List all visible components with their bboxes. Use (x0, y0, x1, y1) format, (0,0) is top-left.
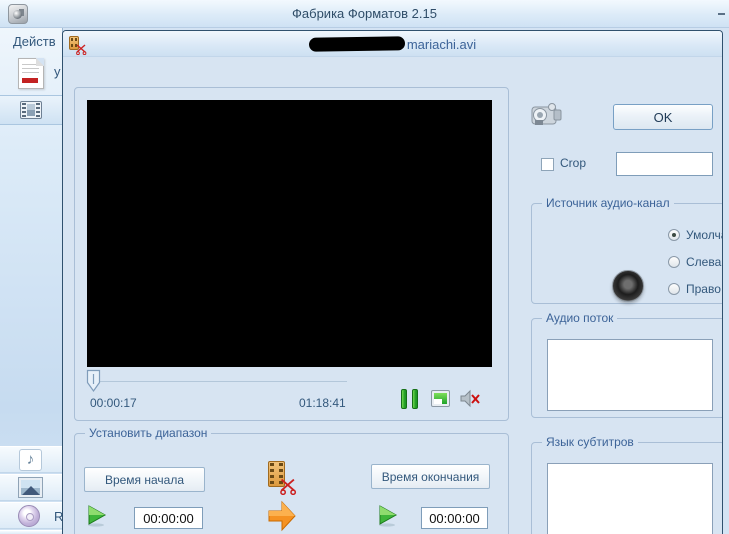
screen-icon[interactable] (431, 390, 450, 407)
audio-source-group: Источник аудио-канал Умолчания Слева Пра… (531, 196, 722, 304)
ok-button[interactable]: OK (613, 104, 713, 130)
sidebar-header: Действ (13, 34, 56, 49)
minimize-icon[interactable] (718, 13, 725, 15)
radio-right[interactable]: Право (668, 282, 721, 296)
dialog-titlebar: mariachi.avi (63, 31, 722, 57)
start-time-input[interactable] (134, 507, 203, 529)
play-end-icon[interactable] (376, 504, 399, 527)
radio-default-label: Умолчания (686, 228, 722, 242)
end-time-button[interactable]: Время окончания (371, 464, 490, 489)
sidebar-item-label-partial: у (54, 64, 61, 79)
film-scissors-icon (268, 461, 297, 495)
audio-source-label: Источник аудио-канал (542, 196, 674, 210)
video-camera-icon (528, 97, 564, 133)
video-panel: 00:00:17 01:18:41 (74, 87, 509, 421)
sidebar-item-picture[interactable] (0, 474, 63, 501)
radio-circle-icon (668, 283, 680, 295)
audio-stream-listbox[interactable] (547, 339, 713, 411)
subtitle-language-listbox[interactable] (547, 463, 713, 534)
radio-left-label: Слева (686, 255, 722, 269)
picture-icon (18, 477, 43, 498)
mute-icon[interactable] (460, 389, 481, 409)
sidebar-item-advanced[interactable] (0, 530, 63, 534)
radio-left[interactable]: Слева (668, 255, 721, 269)
window-title: Фабрика Форматов 2.15 (292, 6, 437, 21)
radio-circle-icon (668, 256, 680, 268)
seek-thumb-icon[interactable] (86, 369, 102, 393)
crop-checkbox[interactable] (541, 158, 554, 171)
crop-input[interactable] (616, 152, 713, 176)
pause-icon[interactable] (401, 389, 418, 409)
main-window: Фабрика Форматов 2.15 Действ у ♪ R maria… (0, 0, 729, 534)
film-icon (20, 101, 42, 119)
redacted-filename-blob (308, 36, 405, 52)
arrow-right-icon (267, 498, 297, 534)
audio-stream-label: Аудио поток (542, 311, 618, 325)
music-note-icon: ♪ (19, 449, 42, 471)
clip-dialog: mariachi.avi 00:00:17 01:18:41 Установит… (62, 30, 723, 534)
start-time-button[interactable]: Время начала (84, 467, 205, 492)
main-titlebar: Фабрика Форматов 2.15 (0, 0, 729, 28)
sidebar: Действ у ♪ R (0, 28, 63, 534)
sidebar-item-document[interactable]: у (0, 52, 63, 95)
play-start-icon[interactable] (85, 504, 108, 527)
speaker-icon (612, 270, 644, 302)
seek-track[interactable] (94, 381, 347, 382)
end-time-input[interactable] (421, 507, 488, 529)
sidebar-item-audio[interactable]: ♪ (0, 446, 63, 473)
subtitle-language-group: Язык субтитров (531, 435, 722, 534)
document-icon (18, 58, 44, 89)
radio-circle-icon (668, 229, 680, 241)
sidebar-item-video[interactable] (0, 95, 63, 125)
radio-right-label: Право (686, 282, 721, 296)
video-screen[interactable] (87, 100, 492, 367)
radio-default[interactable]: Умолчания (668, 228, 722, 242)
audio-stream-group: Аудио поток (531, 311, 722, 418)
set-range-label: Установить диапазон (85, 426, 212, 440)
cd-icon (18, 505, 40, 527)
crop-label: Crop (560, 156, 587, 170)
duration-time: 01:18:41 (299, 396, 346, 410)
dialog-title-filename: mariachi.avi (406, 36, 477, 52)
subtitle-language-label: Язык субтитров (542, 435, 638, 449)
current-time: 00:00:17 (90, 396, 137, 410)
sidebar-item-rom-device[interactable]: R (0, 502, 63, 529)
